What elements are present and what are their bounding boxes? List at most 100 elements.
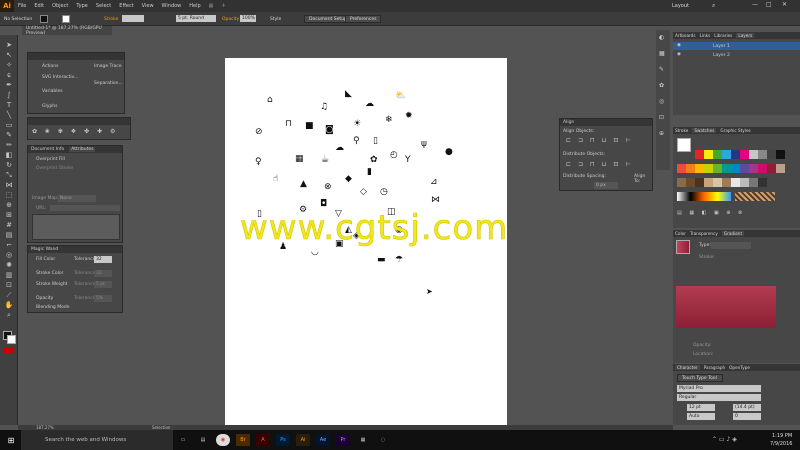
tab-color[interactable]: Color xyxy=(675,231,686,236)
fill-color-option[interactable]: Fill Color xyxy=(36,257,55,262)
zoom-tool-icon[interactable]: ⌕ xyxy=(4,311,14,319)
curvature-tool-icon[interactable]: ∫ xyxy=(4,91,14,99)
menu-select[interactable]: Select xyxy=(92,3,115,9)
none-swatch-icon[interactable] xyxy=(677,138,691,152)
trash-icon[interactable]: ▮ xyxy=(367,168,372,177)
font-size-field[interactable]: 12 pt xyxy=(687,404,715,411)
alarm-clock-icon[interactable]: ◷ xyxy=(380,188,388,197)
font-style-field[interactable]: Regular xyxy=(677,394,761,401)
tab-gradient[interactable]: Gradient xyxy=(721,231,745,236)
cloud-icon[interactable]: ☁ xyxy=(335,144,344,153)
camera-icon[interactable]: ◙ xyxy=(325,126,334,135)
distribute-objects-buttons-icon[interactable]: ⊏⊐⊓⊔⊡⊢ xyxy=(566,161,638,168)
swatch[interactable] xyxy=(758,178,767,187)
tray-icons[interactable]: ⌃ ▭ ♪ ◈ xyxy=(712,436,737,443)
paintbrush-tool-icon[interactable]: ✎ xyxy=(4,131,14,139)
actions-panel-header[interactable] xyxy=(28,53,124,60)
swatch[interactable] xyxy=(740,164,749,173)
sun-cloud-icon[interactable]: ☀ xyxy=(353,120,361,129)
bowl-icon[interactable]: ◡ xyxy=(311,248,319,257)
snowflake-icon[interactable]: ❄ xyxy=(385,116,393,125)
utensils-icon[interactable]: ψ xyxy=(421,140,427,149)
sun-icon[interactable]: ✹ xyxy=(405,112,413,121)
align-panel-title[interactable]: Align xyxy=(560,119,652,126)
swatch[interactable] xyxy=(686,178,695,187)
pencil-tool-icon[interactable]: ✏ xyxy=(4,141,14,149)
eraser-tool-icon[interactable]: ◧ xyxy=(4,151,14,159)
home-icon[interactable]: ⌂ xyxy=(267,96,273,105)
swatch[interactable] xyxy=(713,178,722,187)
close-icon[interactable]: ✕ xyxy=(782,1,787,8)
layer-2-name[interactable]: Layer 2 xyxy=(713,53,730,58)
task-view-icon[interactable]: ▭ xyxy=(176,434,190,446)
rotate-tool-icon[interactable]: ↻ xyxy=(4,161,14,169)
pen-tool-icon[interactable]: ✒ xyxy=(4,81,14,89)
truck-icon[interactable]: ▬ xyxy=(377,256,386,265)
swatch[interactable] xyxy=(713,164,722,173)
brushes-panel-icon[interactable]: ✎ xyxy=(659,66,664,73)
opacity-label[interactable]: Opacity xyxy=(222,15,239,23)
weather-icon[interactable]: ☁ xyxy=(365,100,374,109)
menu-object[interactable]: Object xyxy=(48,3,72,9)
tab-libraries[interactable]: Libraries xyxy=(714,33,732,38)
swatch[interactable] xyxy=(758,150,767,159)
calculator-icon[interactable]: ▦ xyxy=(356,434,370,446)
selection-tool-icon[interactable]: ➤ xyxy=(4,41,14,49)
menu-effect[interactable]: Effect xyxy=(115,3,137,9)
swatch[interactable] xyxy=(704,178,713,187)
shape-builder-tool-icon[interactable]: ⊕ xyxy=(4,201,14,209)
search-icon[interactable]: ⌕ xyxy=(712,2,715,10)
stroke-label[interactable]: Stroke xyxy=(104,15,118,23)
tab-paragraph[interactable]: Paragraph xyxy=(704,365,725,370)
swatch[interactable] xyxy=(776,164,785,173)
tab-layers[interactable]: Layers xyxy=(736,33,755,38)
tab-transparency[interactable]: Transparency xyxy=(690,231,718,236)
swatch[interactable] xyxy=(776,150,785,159)
gradient-ramp[interactable] xyxy=(676,286,776,328)
maximize-icon[interactable]: □ xyxy=(766,1,772,8)
shoe-icon[interactable]: ◣ xyxy=(345,90,352,99)
actions-item[interactable]: Actions xyxy=(42,64,58,69)
eye-icon[interactable]: ◉ xyxy=(677,43,681,48)
font-family-field[interactable]: Myriad Pro xyxy=(677,385,761,392)
swatch[interactable] xyxy=(749,178,758,187)
swatch[interactable] xyxy=(740,178,749,187)
spacing-field[interactable]: 0 px xyxy=(594,182,618,189)
book-icon[interactable]: ▯ xyxy=(373,137,378,146)
shopping-cart-icon[interactable]: ⊿ xyxy=(430,178,438,187)
swatch[interactable] xyxy=(731,178,740,187)
eye-icon[interactable]: ◉ xyxy=(677,52,681,57)
swatch[interactable] xyxy=(704,164,713,173)
stroke-weight-option[interactable]: Stroke Weight xyxy=(36,282,67,287)
swatch[interactable] xyxy=(740,150,749,159)
swatch[interactable] xyxy=(749,164,758,173)
minimize-icon[interactable]: — xyxy=(752,1,758,8)
clock-date[interactable]: 7/9/2016 xyxy=(770,441,792,447)
direct-selection-tool-icon[interactable]: ↖ xyxy=(4,51,14,59)
premiere-app-icon[interactable]: Pr xyxy=(336,434,350,446)
gradient-type-select[interactable] xyxy=(711,242,751,249)
free-transform-tool-icon[interactable]: ⬚ xyxy=(4,191,14,199)
swatch[interactable] xyxy=(677,178,686,187)
svg-interactivity-item[interactable]: SVG Interactiv... xyxy=(42,75,78,80)
bridge-app-icon[interactable]: Br xyxy=(236,434,250,446)
thumbs-up-icon[interactable]: ☝ xyxy=(273,175,278,184)
lasso-tool-icon[interactable]: ɕ xyxy=(4,71,14,79)
swatch[interactable] xyxy=(722,178,731,187)
coffee-icon[interactable]: ☕ xyxy=(321,156,329,165)
cloud-sun-icon[interactable]: ⛅ xyxy=(395,92,406,101)
swatch[interactable] xyxy=(722,150,731,159)
swatch[interactable] xyxy=(767,164,776,173)
taskbar-search[interactable]: Search the web and Windows xyxy=(21,430,173,450)
fill-swatch[interactable] xyxy=(40,15,48,23)
leading-field[interactable]: (14.4 pt) xyxy=(733,404,761,411)
artboard-tool-icon[interactable]: ⊡ xyxy=(4,281,14,289)
symbol-sprayer-tool-icon[interactable]: ✺ xyxy=(4,261,14,269)
menu-view[interactable]: View xyxy=(138,3,158,9)
symbols-panel-header[interactable] xyxy=(28,118,130,125)
perspective-grid-tool-icon[interactable]: ⊞ xyxy=(4,211,14,219)
bow-tie-icon[interactable]: ⋈ xyxy=(431,196,440,205)
pattern-swatches[interactable] xyxy=(735,192,775,201)
windows-start-icon[interactable]: ⊞ xyxy=(4,434,18,446)
tab-attributes[interactable]: Attributes xyxy=(69,147,96,152)
